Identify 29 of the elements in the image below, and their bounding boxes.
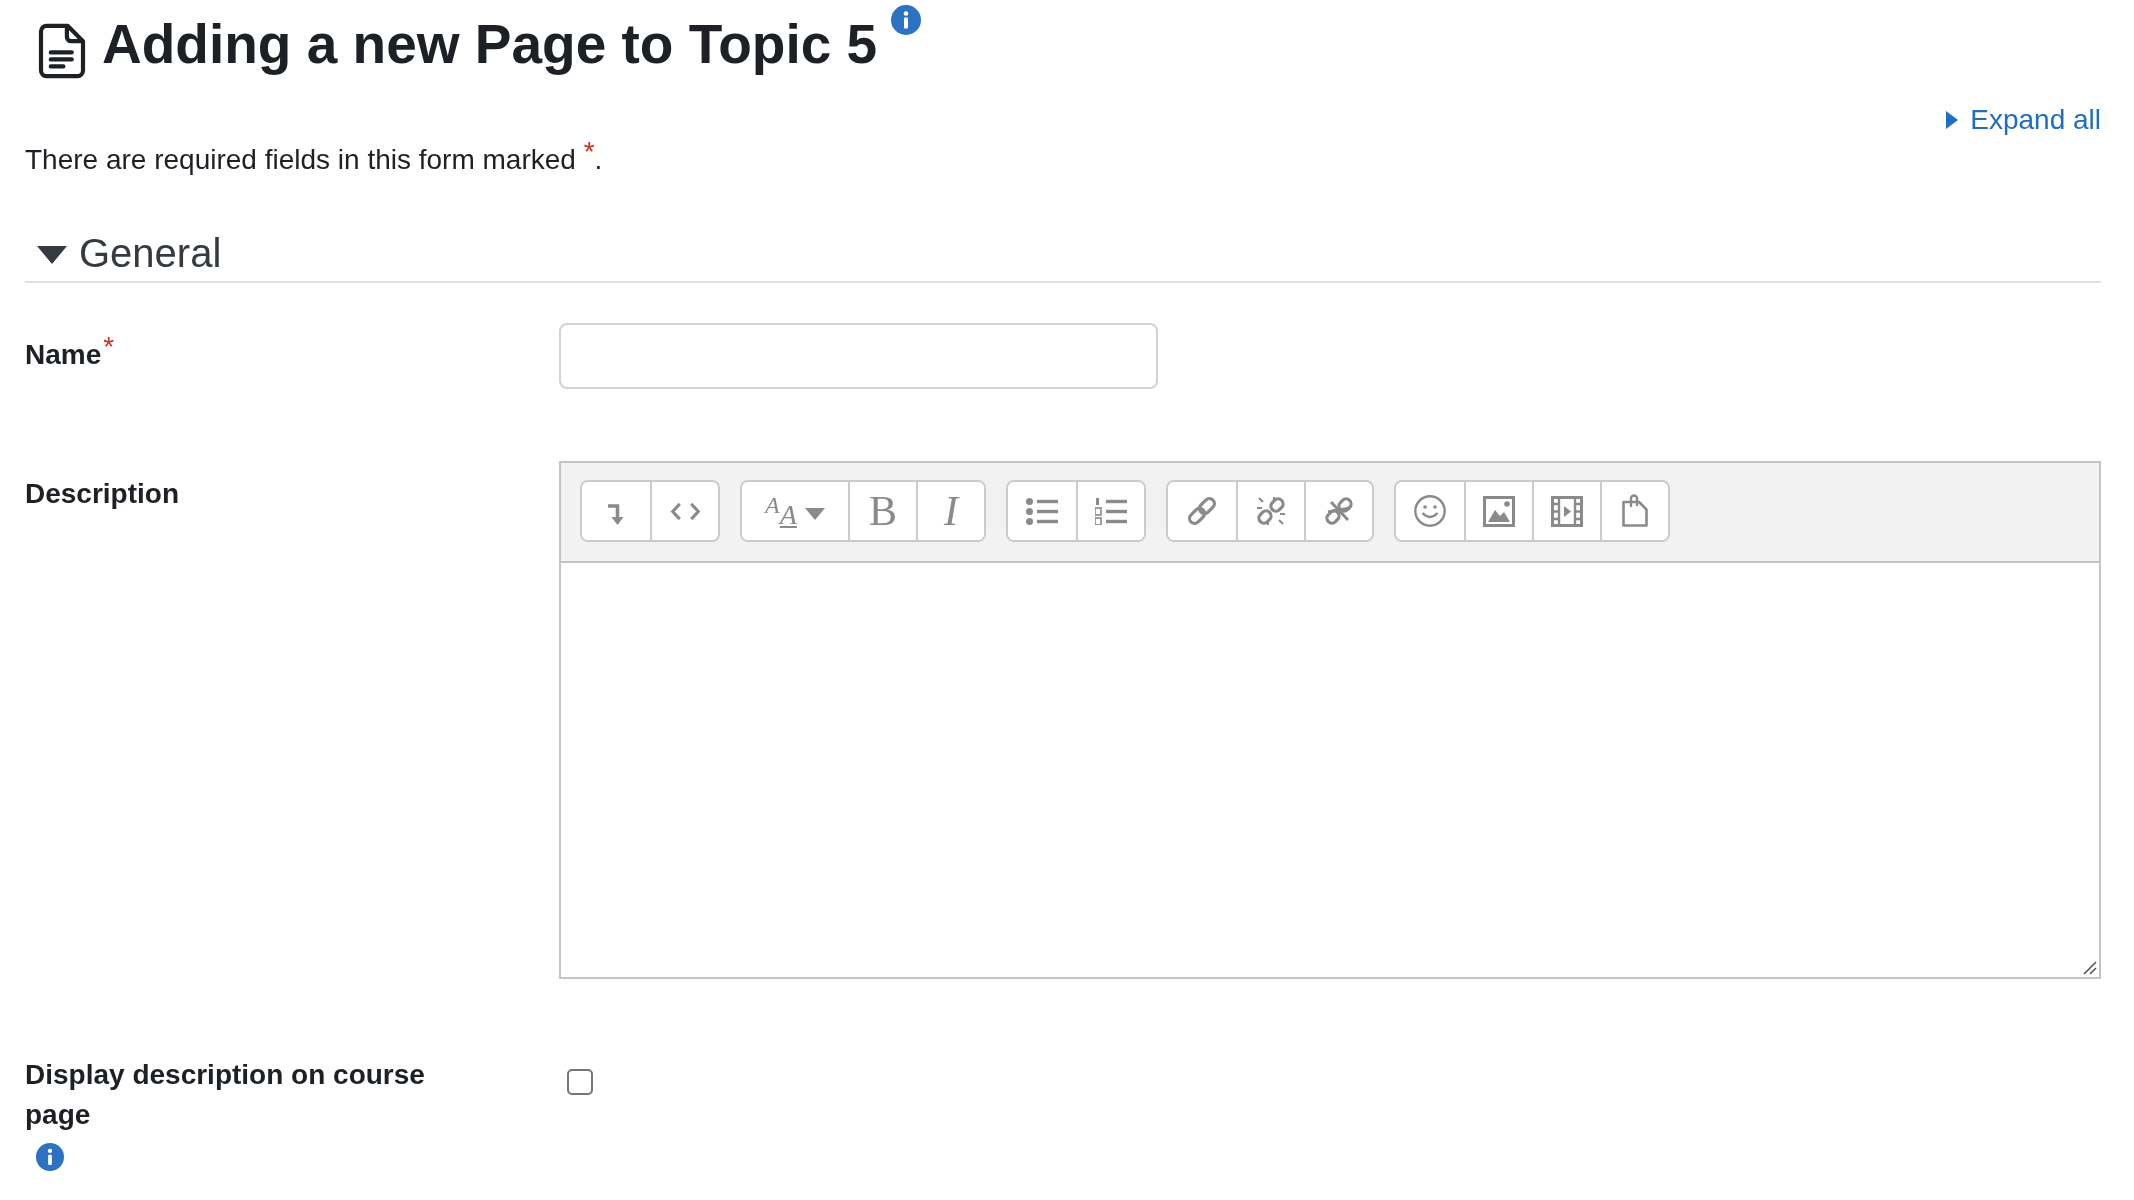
chain-link-icon: [1185, 494, 1219, 528]
section-toggle[interactable]: General: [25, 229, 222, 277]
clipped-file-icon: [1621, 494, 1649, 528]
text-input[interactable]: [559, 323, 1158, 389]
resize-handle-icon[interactable]: [2083, 961, 2097, 975]
no-autolink-button[interactable]: [1304, 482, 1372, 540]
picture-icon: [1483, 495, 1515, 527]
crossed-chain-icon: [1322, 494, 1356, 528]
page-title: Adding a new Page to Topic 5: [102, 12, 878, 77]
checkbox[interactable]: [567, 1069, 593, 1095]
film-strip-icon: [1551, 495, 1583, 527]
numbered-list-icon: [1095, 497, 1127, 525]
bullet-list-icon: [1026, 497, 1058, 525]
expand-all-link[interactable]: Expand all: [1946, 103, 2101, 137]
broken-chain-icon: [1254, 494, 1288, 528]
field-label: Display description on course page: [25, 1058, 426, 1132]
numbered-list-button[interactable]: [1076, 482, 1144, 540]
caret-icon: [804, 508, 825, 520]
bent-arrow-icon: [608, 503, 624, 525]
info-icon[interactable]: [891, 5, 922, 35]
document-icon: [38, 23, 86, 79]
field-label: Description: [25, 477, 180, 511]
files-button[interactable]: [1600, 482, 1668, 540]
html-button[interactable]: [650, 482, 718, 540]
italic-button[interactable]: I: [916, 482, 984, 540]
smiley-icon: [1414, 495, 1446, 527]
caret-icon: [1946, 111, 1959, 129]
code-brackets-icon: [669, 501, 701, 521]
info-icon[interactable]: [36, 1143, 64, 1171]
